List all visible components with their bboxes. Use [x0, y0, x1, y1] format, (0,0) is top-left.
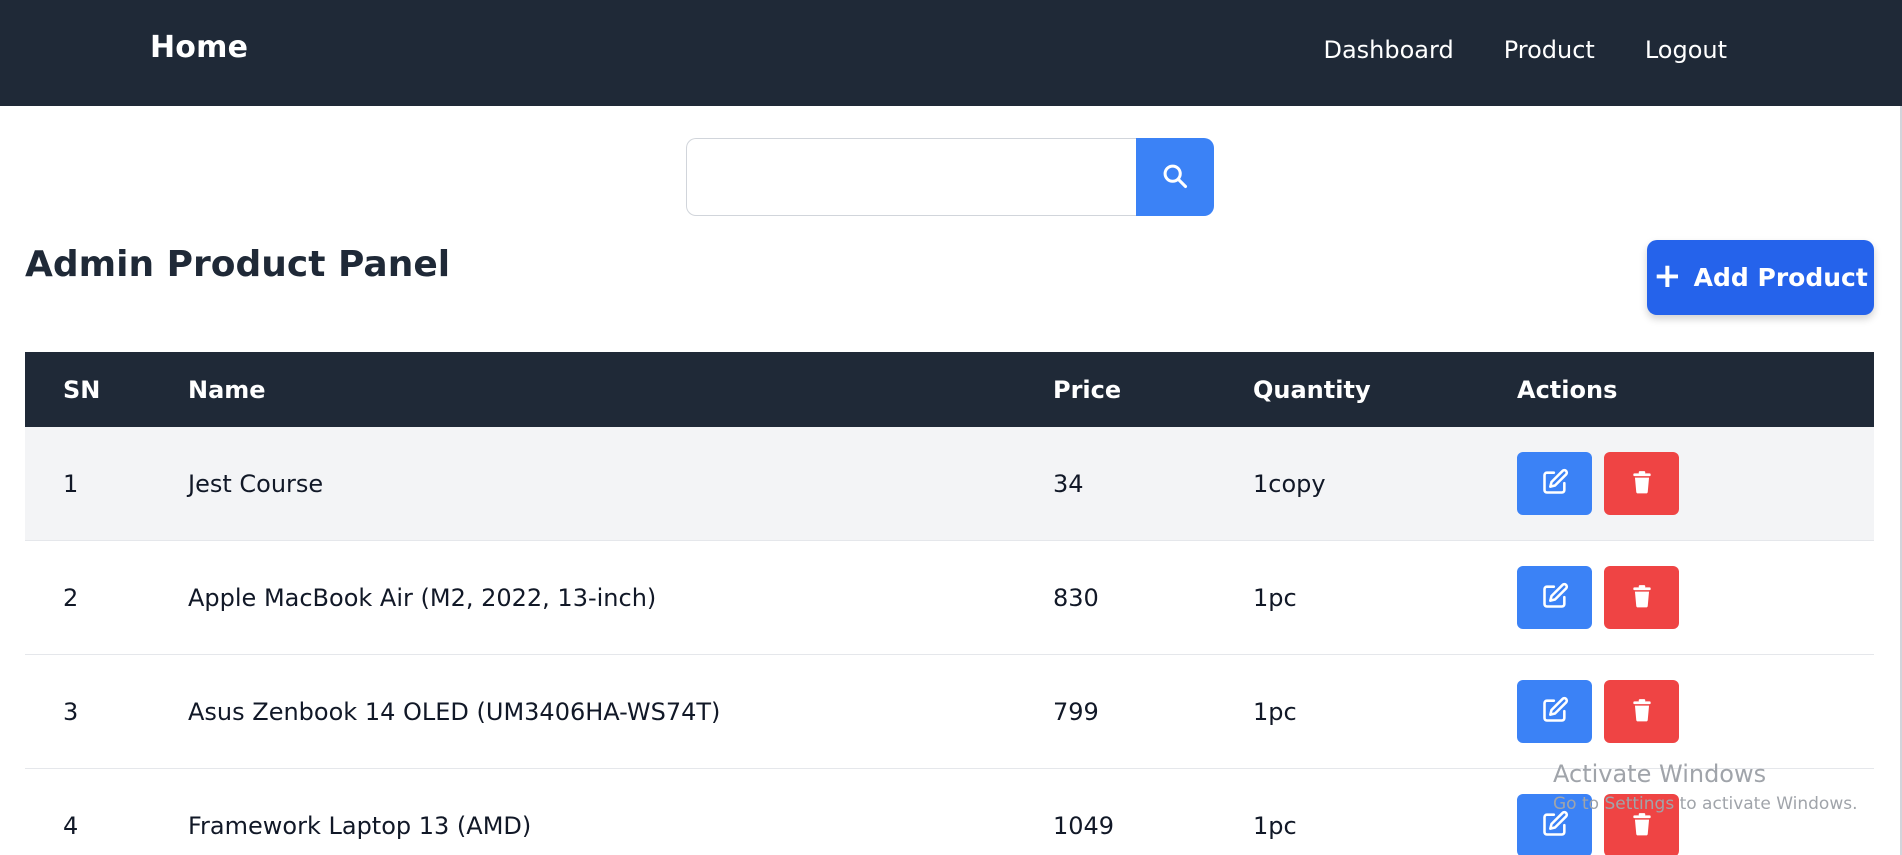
table-row: 3 Asus Zenbook 14 OLED (UM3406HA-WS74T) … — [25, 655, 1874, 769]
delete-button[interactable] — [1604, 680, 1679, 743]
cell-quantity: 1pc — [1253, 583, 1297, 612]
cell-sn: 1 — [63, 469, 79, 498]
table-row: 1 Jest Course 34 1copy — [25, 427, 1874, 541]
watermark-title: Activate Windows — [1553, 760, 1767, 788]
page-title: Admin Product Panel — [25, 244, 451, 285]
table-header: SN Name Price Quantity Actions — [25, 352, 1874, 427]
trash-icon — [1629, 583, 1655, 612]
top-navbar: Home Dashboard Product Logout — [0, 0, 1902, 106]
cell-sn: 2 — [63, 583, 79, 612]
edit-button[interactable] — [1517, 452, 1592, 515]
cell-sn: 3 — [63, 697, 79, 726]
search-bar — [686, 138, 1214, 216]
cell-actions — [1517, 452, 1874, 515]
plus-icon: + — [1653, 256, 1682, 296]
header-price: Price — [1053, 375, 1122, 404]
cell-sn: 4 — [63, 811, 79, 840]
edit-icon — [1541, 468, 1569, 499]
trash-icon — [1629, 697, 1655, 726]
nav-dashboard-link[interactable]: Dashboard — [1323, 36, 1453, 64]
edit-icon — [1541, 696, 1569, 727]
header-name: Name — [188, 375, 266, 404]
cell-quantity: 1pc — [1253, 697, 1297, 726]
edit-button[interactable] — [1517, 680, 1592, 743]
cell-quantity: 1pc — [1253, 811, 1297, 840]
cell-actions — [1517, 566, 1874, 629]
edit-icon — [1541, 582, 1569, 613]
delete-button[interactable] — [1604, 566, 1679, 629]
nav-logout-link[interactable]: Logout — [1645, 36, 1727, 64]
edit-button[interactable] — [1517, 566, 1592, 629]
page: Home Dashboard Product Logout Admin Prod… — [0, 0, 1902, 855]
cell-name: Jest Course — [188, 469, 324, 498]
header-quantity: Quantity — [1253, 375, 1371, 404]
search-icon — [1161, 162, 1189, 193]
nav-product-link[interactable]: Product — [1504, 36, 1595, 64]
cell-name: Apple MacBook Air (M2, 2022, 13-inch) — [188, 583, 657, 612]
table-row: 2 Apple MacBook Air (M2, 2022, 13-inch) … — [25, 541, 1874, 655]
cell-actions — [1517, 680, 1874, 743]
trash-icon — [1629, 811, 1655, 840]
cell-price: 34 — [1053, 469, 1084, 498]
cell-name: Framework Laptop 13 (AMD) — [188, 811, 532, 840]
brand-home-link[interactable]: Home — [150, 30, 248, 65]
cell-price: 830 — [1053, 583, 1099, 612]
header-actions: Actions — [1517, 375, 1618, 404]
cell-price: 1049 — [1053, 811, 1115, 840]
cell-quantity: 1copy — [1253, 469, 1326, 498]
watermark-subtitle: Go to Settings to activate Windows. — [1553, 794, 1858, 814]
trash-icon — [1629, 469, 1655, 498]
cell-price: 799 — [1053, 697, 1099, 726]
edit-icon — [1541, 810, 1569, 841]
add-product-button[interactable]: + Add Product — [1647, 240, 1874, 315]
windows-activation-watermark: Activate Windows Go to Settings to activ… — [1553, 760, 1858, 814]
search-button[interactable] — [1136, 138, 1214, 216]
cell-name: Asus Zenbook 14 OLED (UM3406HA-WS74T) — [188, 697, 721, 726]
search-input[interactable] — [686, 138, 1136, 216]
header-sn: SN — [63, 375, 101, 404]
add-product-label: Add Product — [1693, 263, 1868, 292]
delete-button[interactable] — [1604, 452, 1679, 515]
nav-links: Dashboard Product Logout — [1323, 36, 1727, 64]
